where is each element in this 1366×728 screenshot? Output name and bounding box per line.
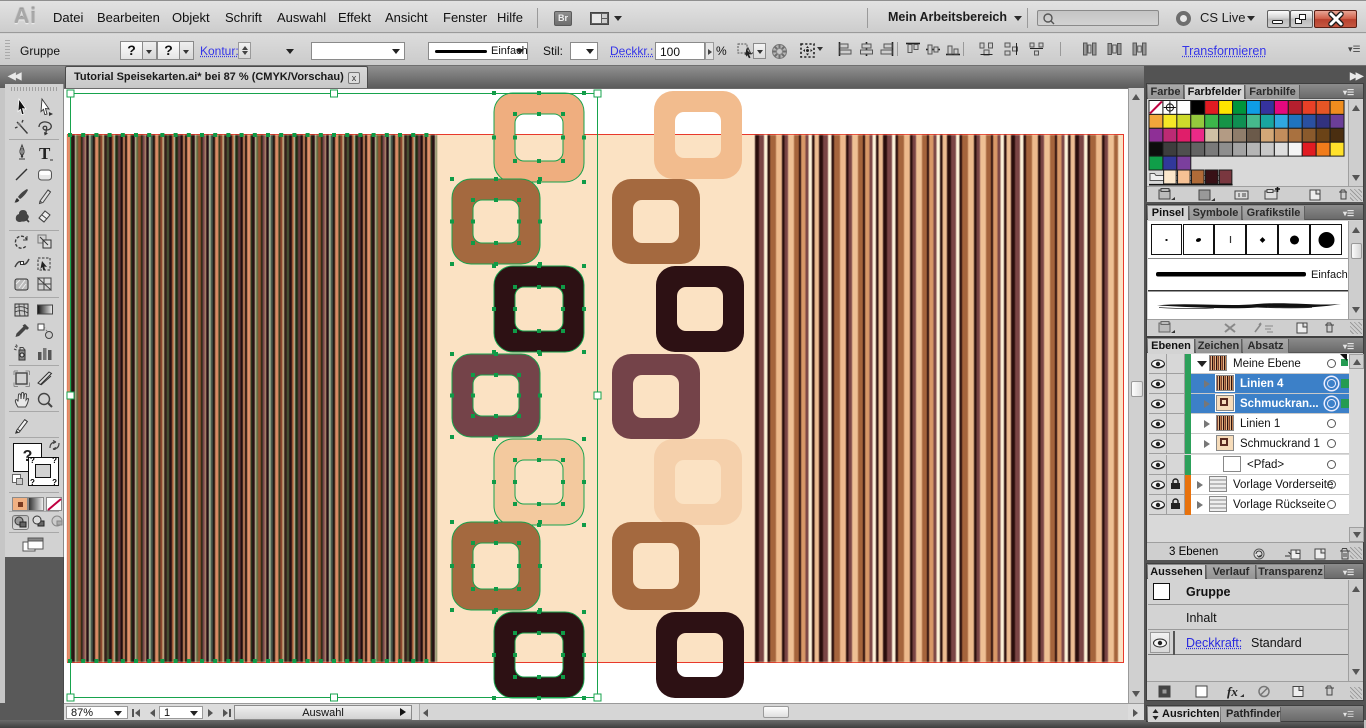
- svg-text:T: T: [39, 144, 51, 163]
- svg-text:Einfach: Einfach: [1311, 269, 1348, 281]
- svg-text:fx: fx: [1227, 684, 1238, 699]
